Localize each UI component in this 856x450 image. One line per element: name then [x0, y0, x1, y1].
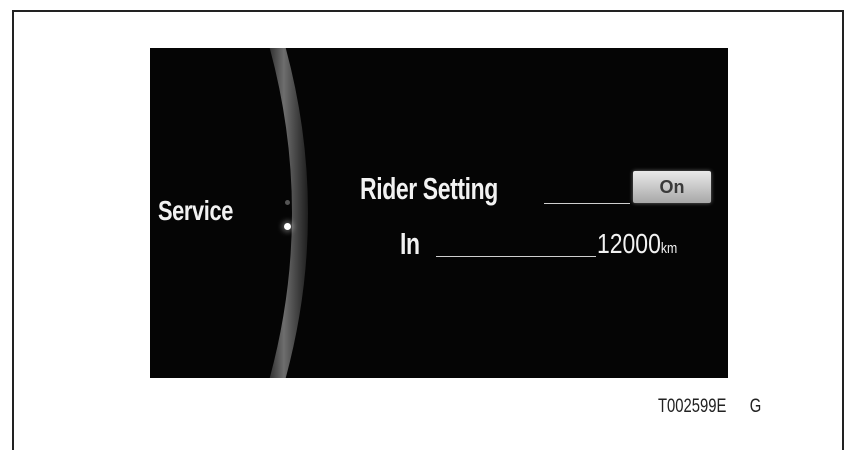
interval-number: 12000 [597, 228, 661, 259]
rider-setting-row[interactable]: Rider Setting [360, 171, 546, 207]
service-interval-value: 12000km [597, 228, 677, 260]
leader-line [544, 203, 630, 204]
service-interval-label: In [400, 226, 420, 261]
figure-code: T002599E [658, 396, 727, 417]
figure-suffix: G [749, 396, 762, 417]
figure-caption: T002599E G [658, 396, 761, 418]
interval-unit: km [660, 240, 678, 257]
service-interval-row[interactable]: In [400, 226, 427, 262]
rider-setting-toggle[interactable]: On [633, 171, 711, 203]
menu-arc [269, 48, 308, 378]
instrument-display: Service Rider Setting On In 12000km [150, 48, 728, 378]
menu-position-dot-inactive [285, 200, 290, 205]
menu-position-dot-active [284, 223, 291, 230]
leader-line [436, 256, 596, 257]
menu-label-service: Service [158, 195, 233, 226]
rider-setting-label: Rider Setting [360, 171, 498, 206]
